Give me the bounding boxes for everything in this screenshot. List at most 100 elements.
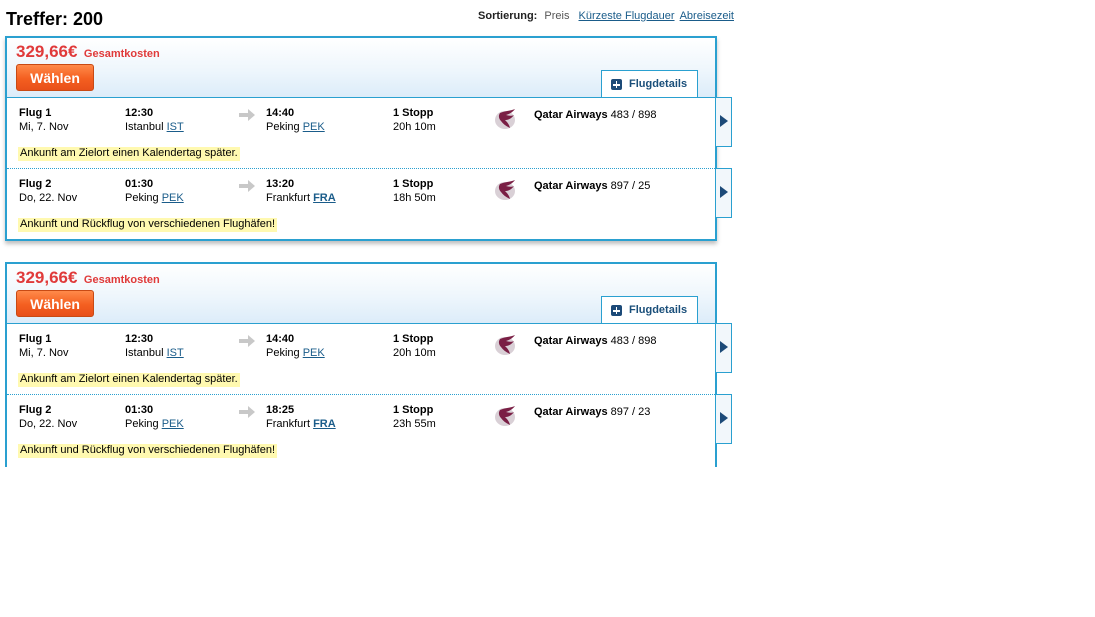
airline-name: Qatar Airways	[534, 109, 608, 121]
arrow-right-icon	[239, 335, 255, 347]
duration: 23h 55m	[393, 418, 436, 430]
plus-square-icon	[611, 305, 622, 316]
result-card-header: 329,66€ Gesamtkosten Wählen Flugdetails	[7, 264, 715, 324]
chevron-right-icon	[720, 186, 728, 198]
price-label: Gesamtkosten	[83, 48, 160, 60]
qatar-airways-logo-icon	[495, 109, 515, 129]
stops: 1 Stopp	[393, 107, 434, 119]
flight-name: Flug 1	[19, 333, 52, 345]
departure-airport: Istanbul IST	[125, 121, 184, 133]
arrival-airport: Peking PEK	[266, 347, 325, 359]
select-button[interactable]: Wählen	[16, 290, 94, 317]
airline-info: Qatar Airways 483 / 898	[534, 109, 657, 121]
flight-date: Do, 22. Nov	[19, 192, 78, 204]
qatar-airways-logo-icon	[495, 406, 515, 426]
flight-note: Ankunft und Rückflug von verschiedenen F…	[18, 218, 277, 232]
result-card-header: 329,66€ Gesamtkosten Wählen Flugdetails	[7, 38, 715, 98]
departure-time: 12:30	[125, 107, 154, 119]
chevron-right-icon	[720, 412, 728, 424]
airline-info: Qatar Airways 483 / 898	[534, 335, 657, 347]
arrival-time: 14:40	[266, 333, 295, 345]
flight-segment: Flug 1 Mi, 7. Nov 12:30 Istanbul IST 14:…	[7, 98, 715, 169]
arrival-time: 18:25	[266, 404, 295, 416]
flight-note: Ankunft und Rückflug von verschiedenen F…	[18, 444, 277, 458]
plus-square-icon	[611, 79, 622, 90]
departure-code-link[interactable]: IST	[167, 347, 184, 359]
flight-segment: Flug 2 Do, 22. Nov 01:30 Peking PEK 18:2…	[7, 395, 715, 465]
results-header: Treffer: 200 Sortierung: Preis Kürzeste …	[6, 9, 736, 31]
arrival-code-link[interactable]: PEK	[303, 347, 325, 359]
sort-bar: Sortierung: Preis Kürzeste Flugdauer Abr…	[478, 10, 734, 22]
arrival-city: Peking	[266, 347, 300, 359]
arrow-right-icon	[239, 406, 255, 418]
duration: 20h 10m	[393, 121, 436, 133]
airline-name: Qatar Airways	[534, 335, 608, 347]
sort-option-departure-time[interactable]: Abreisezeit	[680, 10, 734, 22]
arrival-airport: Frankfurt FRA	[266, 418, 336, 430]
flight-expand-button[interactable]	[716, 97, 732, 147]
arrival-city: Frankfurt	[266, 192, 311, 204]
departure-time: 12:30	[125, 333, 154, 345]
flight-details-button[interactable]: Flugdetails	[601, 296, 698, 323]
flight-number: 483 / 898	[610, 109, 657, 121]
flight-date: Do, 22. Nov	[19, 418, 78, 430]
departure-code-link[interactable]: PEK	[162, 418, 184, 430]
airline-name: Qatar Airways	[534, 180, 608, 192]
arrival-time: 13:20	[266, 178, 295, 190]
flight-date: Mi, 7. Nov	[19, 347, 69, 359]
arrival-code-link[interactable]: FRA	[313, 418, 336, 430]
sort-option-price[interactable]: Preis	[544, 10, 569, 22]
flight-details-button[interactable]: Flugdetails	[601, 70, 698, 97]
flight-details-label: Flugdetails	[629, 304, 688, 316]
departure-airport: Peking PEK	[125, 192, 184, 204]
flight-number: 483 / 898	[610, 335, 657, 347]
flight-name: Flug 2	[19, 178, 52, 190]
arrow-right-icon	[239, 180, 255, 192]
departure-code-link[interactable]: PEK	[162, 192, 184, 204]
result-card: 329,66€ Gesamtkosten Wählen Flugdetails …	[5, 262, 732, 467]
duration: 20h 10m	[393, 347, 436, 359]
arrival-airport: Peking PEK	[266, 121, 325, 133]
airline-info: Qatar Airways 897 / 23	[534, 406, 650, 418]
sort-label: Sortierung:	[478, 10, 538, 22]
arrival-city: Peking	[266, 121, 300, 133]
hit-count: Treffer: 200	[6, 9, 104, 29]
price-amount: 329,66€	[16, 42, 78, 61]
select-button[interactable]: Wählen	[16, 64, 94, 91]
flight-segment: Flug 2 Do, 22. Nov 01:30 Peking PEK 13:2…	[7, 169, 715, 239]
departure-city: Peking	[125, 192, 159, 204]
total-price: 329,66€ Gesamtkosten	[16, 42, 160, 62]
qatar-airways-logo-icon	[495, 335, 515, 355]
departure-city: Istanbul	[125, 347, 164, 359]
stops: 1 Stopp	[393, 404, 434, 416]
arrival-airport: Frankfurt FRA	[266, 192, 336, 204]
flight-expand-button[interactable]	[716, 394, 732, 444]
sort-option-shortest-duration[interactable]: Kürzeste Flugdauer	[579, 10, 675, 22]
price-label: Gesamtkosten	[83, 274, 160, 286]
departure-airport: Istanbul IST	[125, 347, 184, 359]
qatar-airways-logo-icon	[495, 180, 515, 200]
flight-note: Ankunft am Zielort einen Kalendertag spä…	[18, 147, 240, 161]
stops: 1 Stopp	[393, 333, 434, 345]
departure-city: Peking	[125, 418, 159, 430]
flight-name: Flug 1	[19, 107, 52, 119]
chevron-right-icon	[720, 341, 728, 353]
departure-code-link[interactable]: IST	[167, 121, 184, 133]
flight-name: Flug 2	[19, 404, 52, 416]
total-price: 329,66€ Gesamtkosten	[16, 268, 160, 288]
flight-segment: Flug 1 Mi, 7. Nov 12:30 Istanbul IST 14:…	[7, 324, 715, 395]
duration: 18h 50m	[393, 192, 436, 204]
flight-expand-button[interactable]	[716, 323, 732, 373]
flight-note: Ankunft am Zielort einen Kalendertag spä…	[18, 373, 240, 387]
arrival-code-link[interactable]: PEK	[303, 121, 325, 133]
departure-airport: Peking PEK	[125, 418, 184, 430]
arrival-city: Frankfurt	[266, 418, 311, 430]
arrival-code-link[interactable]: FRA	[313, 192, 336, 204]
airline-name: Qatar Airways	[534, 406, 608, 418]
stops: 1 Stopp	[393, 178, 434, 190]
departure-time: 01:30	[125, 404, 154, 416]
flight-expand-button[interactable]	[716, 168, 732, 218]
flight-details-label: Flugdetails	[629, 78, 688, 90]
flight-date: Mi, 7. Nov	[19, 121, 69, 133]
airline-info: Qatar Airways 897 / 25	[534, 180, 650, 192]
